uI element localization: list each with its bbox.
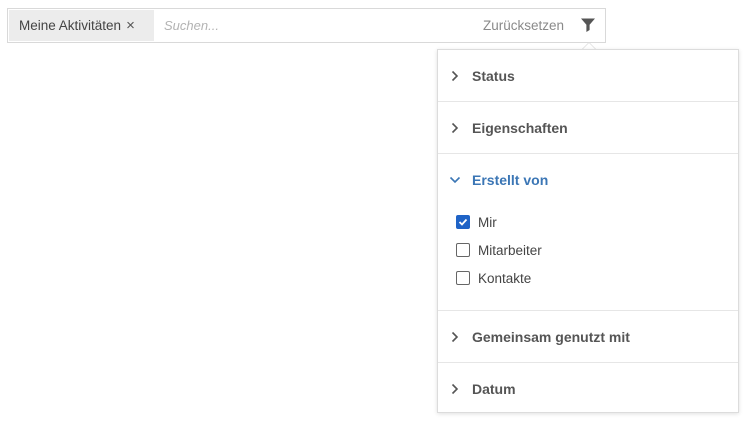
checkbox-checked[interactable]: [456, 215, 470, 229]
chevron-right-icon: [448, 121, 462, 135]
filter-chip-label: Meine Aktivitäten: [19, 18, 122, 33]
filter-section-erstellt-von: Erstellt von Mir Mitarbeiter Kontakte: [438, 154, 738, 311]
chip-remove-icon[interactable]: ×: [126, 18, 135, 33]
section-label: Eigenschaften: [472, 119, 568, 136]
option-mitarbeiter[interactable]: Mitarbeiter: [456, 236, 738, 264]
chevron-down-icon: [448, 173, 462, 187]
filter-section-gemeinsam-genutzt-mit: Gemeinsam genutzt mit: [438, 311, 738, 363]
erstellt-von-options: Mir Mitarbeiter Kontakte: [438, 205, 738, 310]
section-header-gemeinsam-genutzt-mit[interactable]: Gemeinsam genutzt mit: [438, 311, 738, 362]
reset-link[interactable]: Zurücksetzen: [483, 18, 564, 33]
checkmark-icon: [458, 218, 468, 226]
option-mir[interactable]: Mir: [456, 208, 738, 236]
section-header-eigenschaften[interactable]: Eigenschaften: [438, 102, 738, 153]
checkbox-unchecked[interactable]: [456, 243, 470, 257]
chevron-right-icon: [448, 382, 462, 396]
option-label: Mitarbeiter: [478, 242, 542, 258]
section-header-erstellt-von[interactable]: Erstellt von: [438, 154, 738, 205]
section-label: Status: [472, 67, 515, 84]
search-input[interactable]: [164, 11, 464, 40]
filter-chip-my-activities[interactable]: Meine Aktivitäten ×: [9, 10, 154, 41]
section-label: Gemeinsam genutzt mit: [472, 328, 630, 345]
funnel-icon[interactable]: [579, 16, 597, 34]
option-label: Kontakte: [478, 270, 532, 286]
chevron-right-icon: [448, 330, 462, 344]
section-label: Datum: [472, 380, 516, 397]
section-label: Erstellt von: [472, 171, 549, 188]
filter-section-status: Status: [438, 50, 738, 102]
section-header-status[interactable]: Status: [438, 50, 738, 101]
checkbox-unchecked[interactable]: [456, 271, 470, 285]
chevron-right-icon: [448, 69, 462, 83]
filter-section-eigenschaften: Eigenschaften: [438, 102, 738, 154]
option-label: Mir: [478, 214, 497, 230]
option-kontakte[interactable]: Kontakte: [456, 264, 738, 292]
filter-section-datum: Datum: [438, 363, 738, 414]
section-header-datum[interactable]: Datum: [438, 363, 738, 414]
search-bar: Meine Aktivitäten × Zurücksetzen: [7, 8, 606, 43]
filter-dropdown-panel: Status Eigenschaften Erstellt von Mir Mi…: [437, 49, 739, 413]
